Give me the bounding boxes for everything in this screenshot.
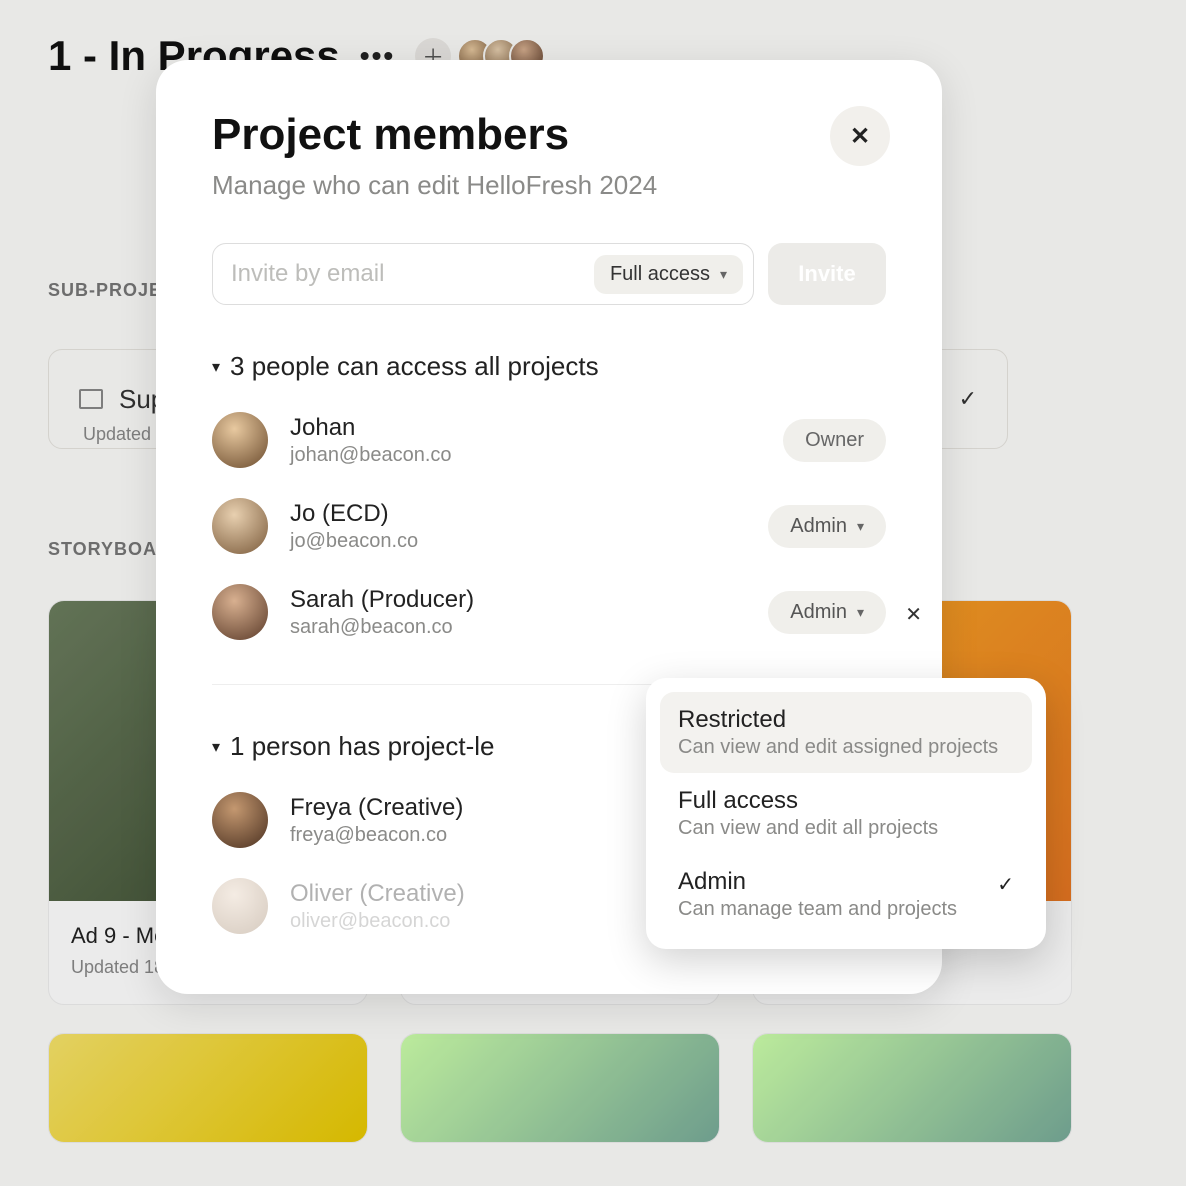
member-row: Jo (ECD) jo@beacon.co Admin ▾: [212, 498, 886, 554]
chevron-down-icon: ▾: [857, 604, 864, 621]
member-row: Sarah (Producer) sarah@beacon.co Admin ▾…: [212, 584, 886, 640]
invite-access-dropdown[interactable]: Full access ▾: [594, 255, 743, 294]
close-button[interactable]: ✕: [830, 106, 890, 166]
member-name: Oliver (Creative): [290, 880, 465, 908]
member-name: Sarah (Producer): [290, 586, 474, 614]
invite-button[interactable]: Invite: [768, 243, 886, 305]
modal-title: Project members: [212, 110, 886, 160]
section-all-access[interactable]: ▾ 3 people can access all projects: [212, 351, 886, 382]
member-email: oliver@beacon.co: [290, 910, 465, 933]
caret-down-icon: ▾: [212, 357, 220, 377]
section-project-access-label: 1 person has project-le: [230, 731, 494, 762]
member-email: freya@beacon.co: [290, 824, 463, 847]
member-email: jo@beacon.co: [290, 530, 418, 553]
avatar: [212, 412, 268, 468]
invite-email-input[interactable]: [231, 260, 571, 288]
check-icon: ✓: [997, 872, 1014, 897]
avatar: [212, 584, 268, 640]
section-all-access-label: 3 people can access all projects: [230, 351, 599, 382]
chevron-down-icon: ▾: [720, 266, 727, 283]
avatar: [212, 792, 268, 848]
close-icon: ✕: [905, 604, 922, 626]
avatar: [212, 878, 268, 934]
member-email: sarah@beacon.co: [290, 616, 474, 639]
member-role-dropdown[interactable]: Admin ▾: [768, 505, 886, 548]
chevron-down-icon: ▾: [857, 518, 864, 535]
modal-subtitle: Manage who can edit HelloFresh 2024: [212, 170, 886, 201]
member-role-dropdown[interactable]: Admin ▾: [768, 591, 886, 634]
project-members-modal: Project members Manage who can edit Hell…: [156, 60, 942, 994]
close-icon: ✕: [850, 122, 870, 151]
invite-access-label: Full access: [610, 263, 710, 286]
member-role-badge: Owner: [783, 419, 886, 462]
member-name: Jo (ECD): [290, 500, 418, 528]
member-name: Johan: [290, 414, 452, 442]
member-row: Johan johan@beacon.co Owner: [212, 412, 886, 468]
member-email: johan@beacon.co: [290, 444, 452, 467]
role-option-admin[interactable]: Admin Can manage team and projects ✓: [660, 854, 1032, 935]
caret-down-icon: ▾: [212, 737, 220, 757]
invite-input-wrapper: Full access ▾: [212, 243, 754, 305]
role-dropdown-menu: Restricted Can view and edit assigned pr…: [646, 678, 1046, 949]
remove-member-button[interactable]: ✕: [905, 602, 922, 627]
avatar: [212, 498, 268, 554]
role-option-full-access[interactable]: Full access Can view and edit all projec…: [660, 773, 1032, 854]
role-option-restricted[interactable]: Restricted Can view and edit assigned pr…: [660, 692, 1032, 773]
member-name: Freya (Creative): [290, 794, 463, 822]
